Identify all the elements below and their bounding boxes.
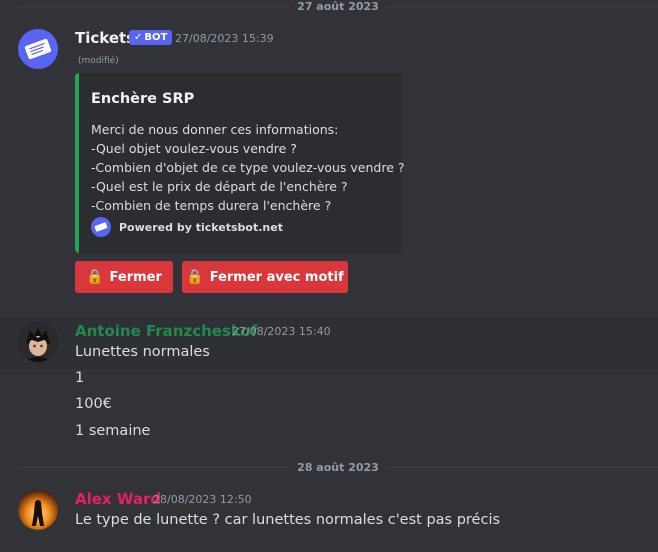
user-avatar[interactable] — [18, 490, 58, 530]
close-button[interactable]: 🔒 Fermer — [75, 261, 173, 293]
close-button-label: Fermer — [109, 269, 162, 285]
bot-username[interactable]: Tickets — [75, 29, 135, 47]
embed-footer-text: Powered by ticketsbot.net — [119, 220, 283, 234]
embed-description-line: Merci de nous donner ces informations: — [91, 122, 339, 137]
lock-icon: 🔒 — [186, 269, 204, 285]
ticket-embed: Enchère SRP Merci de nous donner ces inf… — [75, 73, 405, 253]
embed-description-line: -Combien de temps durera l'enchère ? — [91, 198, 332, 213]
edited-label: (modifié) — [78, 56, 119, 66]
date-divider-label: 28 août 2023 — [297, 460, 379, 474]
ticket-icon — [91, 217, 111, 237]
bot-badge: ✓ BOT — [129, 30, 173, 45]
bot-timestamp[interactable]: 27/08/2023 15:39 — [175, 32, 274, 45]
embed-footer: Powered by ticketsbot.net — [91, 217, 283, 237]
date-divider: 28 août 2023 — [18, 460, 658, 474]
fire-avatar-image — [18, 490, 58, 530]
embed-description-line: -Quel objet voulez-vous vendre ? — [91, 141, 297, 156]
ticket-icon — [18, 29, 58, 69]
message-text: 100€ — [75, 396, 112, 412]
embed-title: Enchère SRP — [91, 91, 195, 107]
close-with-reason-button-label: Fermer avec motif — [209, 269, 344, 285]
user-timestamp[interactable]: 28/08/2023 12:50 — [153, 493, 252, 506]
checkmark-icon: ✓ — [134, 32, 143, 43]
bot-avatar[interactable] — [18, 29, 58, 69]
user-username[interactable]: Alex Ward — [75, 490, 161, 508]
user-timestamp[interactable]: 27/08/2023 15:40 — [232, 325, 331, 338]
message-text: 1 semaine — [75, 423, 151, 439]
embed-description-line: -Quel est le prix de départ de l'enchère… — [91, 179, 348, 194]
user-username[interactable]: Antoine Franzcheskof — [75, 322, 257, 340]
message-text: Le type de lunette ? car lunettes normal… — [75, 512, 501, 528]
date-divider-label: 27 août 2023 — [297, 0, 379, 13]
embed-description: Merci de nous donner ces informations: -… — [91, 120, 405, 215]
message-text: 1 — [75, 370, 85, 386]
user-avatar[interactable] — [18, 322, 58, 362]
bot-badge-label: BOT — [144, 32, 168, 43]
date-divider: 27 août 2023 — [18, 0, 658, 13]
lock-icon: 🔒 — [86, 269, 104, 285]
close-with-reason-button[interactable]: 🔒 Fermer avec motif — [182, 261, 348, 293]
message-text: Lunettes normales — [75, 344, 210, 360]
embed-description-line: -Combien d'objet de ce type voulez-vous … — [91, 160, 405, 175]
anime-avatar-image — [18, 322, 58, 362]
